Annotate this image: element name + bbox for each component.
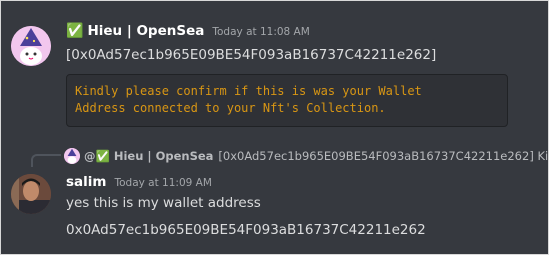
avatar[interactable]	[11, 26, 51, 66]
code-block: Kindly please confirm if this is was you…	[66, 74, 508, 127]
code-line: Kindly please confirm if this is was you…	[75, 84, 422, 98]
timestamp: Today at 11:09 AM	[114, 177, 212, 189]
message-header: ✅ Hieu | OpenSea Today at 11:08 AM	[66, 23, 310, 39]
chat-panel: ✅ Hieu | OpenSea Today at 11:08 AM [0x0A…	[0, 0, 549, 255]
message-text: [0x0Ad57ec1b965E09BE54F093aB16737C42211e…	[66, 47, 437, 63]
timestamp: Today at 11:08 AM	[212, 26, 310, 38]
message-text: 0x0Ad57ec1b965E09BE54F093aB16737C42211e2…	[66, 222, 426, 238]
message-header: salim Today at 11:09 AM	[66, 174, 212, 190]
username[interactable]: salim	[66, 174, 106, 190]
reply-preview[interactable]: @✅ Hieu | OpenSea [0x0Ad57ec1b965E09BE54…	[64, 148, 549, 164]
code-line: Address connected to your Nft's Collecti…	[75, 101, 386, 115]
message-text: yes this is my wallet address	[66, 195, 261, 211]
reply-text: [0x0Ad57ec1b965E09BE54F093aB16737C42211e…	[218, 149, 549, 163]
reply-connector	[31, 154, 61, 167]
reply-author[interactable]: @✅ Hieu | OpenSea	[84, 149, 213, 163]
verified-check-icon: ✅	[66, 23, 84, 39]
avatar[interactable]	[11, 174, 51, 214]
reply-avatar	[64, 148, 80, 164]
username[interactable]: Hieu | OpenSea	[87, 23, 204, 39]
